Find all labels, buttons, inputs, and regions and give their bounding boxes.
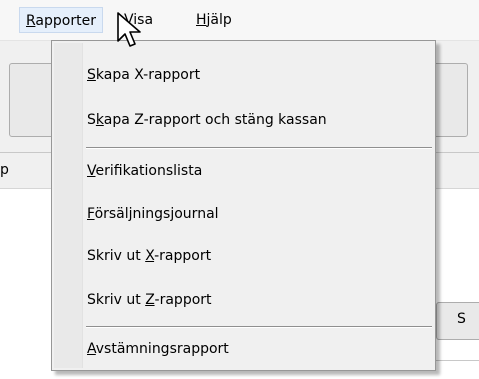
menu-item-text: -rapport — [154, 292, 212, 308]
menu-item-text: erifikationslista — [95, 163, 203, 179]
menu-item-avstamningsrapport[interactable]: Avstämningsrapport — [87, 335, 229, 363]
menu-item-skriv-ut-z-rapport[interactable]: Skriv ut Z-rapport — [87, 286, 212, 314]
menu-item-skriv-ut-x-rapport[interactable]: Skriv ut X-rapport — [87, 242, 211, 270]
menu-rapporter-label: apporter — [35, 13, 96, 29]
menu-item-text: Skriv ut — [87, 292, 146, 308]
menu-item-mnemonic: V — [87, 163, 96, 179]
background-action-label: S — [457, 311, 466, 327]
menu-bar: Rapporter Visa Hjälp — [0, 0, 479, 41]
menu-item-mnemonic: k — [95, 112, 104, 128]
menu-separator — [86, 147, 432, 149]
menu-rapporter-mnemonic: R — [26, 13, 36, 29]
menu-item-mnemonic: S — [87, 67, 96, 83]
menu-hjalp-label: jälp — [206, 12, 232, 28]
background-action-button[interactable]: S — [436, 302, 479, 340]
menu-item-text: vstämningsrapport — [95, 341, 229, 357]
menu-rapporter[interactable]: Rapporter — [19, 7, 103, 33]
menu-item-text: -rapport — [154, 248, 212, 264]
rapporter-dropdown-menu: Skapa X-rapport Skapa Z-rapport och stän… — [51, 40, 436, 371]
menu-item-text: S — [87, 112, 96, 128]
menu-item-verifikationslista[interactable]: Verifikationslista — [87, 157, 202, 185]
arrow-pointer-icon — [117, 12, 141, 47]
background-label-fragment: p — [0, 162, 9, 178]
menu-item-mnemonic: F — [87, 206, 95, 222]
menu-icon-gutter — [54, 43, 83, 368]
menu-item-text: kapa X-rapport — [95, 67, 201, 83]
menu-item-mnemonic: Z — [145, 292, 155, 308]
menu-item-text: apa Z-rapport och stäng kassan — [103, 112, 327, 128]
menu-hjalp-mnemonic: H — [196, 12, 207, 28]
menu-item-forsaljningsjournal[interactable]: Försäljningsjournal — [87, 200, 219, 228]
menu-item-skapa-x-rapport[interactable]: Skapa X-rapport — [87, 61, 200, 89]
menu-hjalp[interactable]: Hjälp — [190, 7, 238, 33]
menu-item-skapa-z-rapport[interactable]: Skapa Z-rapport och stäng kassan — [87, 106, 327, 134]
menu-item-text: örsäljningsjournal — [94, 206, 219, 222]
menu-item-text: Skriv ut — [87, 248, 146, 264]
menu-item-mnemonic: X — [145, 248, 155, 264]
menu-separator — [86, 326, 432, 328]
menu-item-mnemonic: A — [87, 341, 96, 357]
